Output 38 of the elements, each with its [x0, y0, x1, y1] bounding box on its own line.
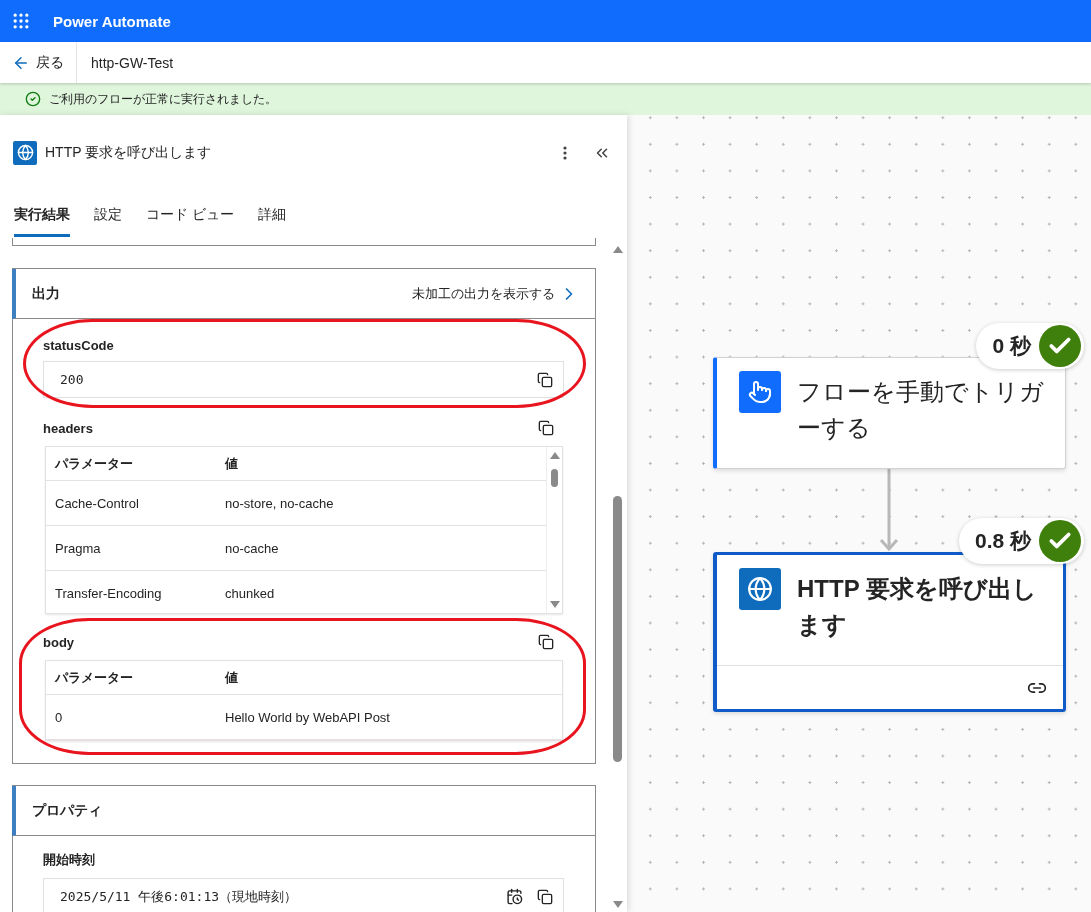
card-title: プロパティ: [32, 801, 103, 820]
field-label: body: [43, 634, 75, 650]
table-cell-text: 0: [55, 709, 64, 725]
table-cell-text: no-cache: [225, 540, 280, 556]
field-value: 200: [60, 372, 85, 387]
tab[interactable]: 実行結果: [14, 198, 70, 237]
table-cell-text: no-store, no-cache: [225, 495, 335, 511]
node-title: HTTP 要求を呼び出します: [797, 574, 1038, 640]
duration-text: 0 秒: [992, 333, 1031, 359]
flow-node[interactable]: フローを手動でトリガーする: [713, 357, 1066, 469]
duration-text: 0.8 秒: [974, 528, 1031, 554]
field-label: statusCode: [43, 337, 114, 353]
card-title: 出力: [32, 284, 61, 303]
table-cell-text: Transfer-Encoding: [55, 585, 163, 601]
tab[interactable]: コード ビュー: [146, 198, 234, 237]
panel-title: HTTP 要求を呼び出します: [45, 143, 213, 162]
flow-name: http-GW-Test: [91, 54, 174, 71]
column-header: 値: [225, 454, 239, 473]
table-cell-text: chunked: [225, 585, 276, 601]
column-header: パラメーター: [55, 668, 134, 687]
column-header: パラメーター: [55, 454, 134, 473]
tab[interactable]: 詳細: [257, 198, 286, 237]
value-field[interactable]: 200: [43, 361, 564, 398]
value-field[interactable]: 2025/5/11 午後6:01:13（現地時刻）: [43, 878, 564, 912]
table-cell-text: Cache-Control: [55, 495, 140, 511]
flow-node[interactable]: HTTP 要求を呼び出します: [713, 552, 1066, 712]
field-label: 開始時刻: [43, 851, 95, 869]
tab[interactable]: 設定: [94, 198, 122, 237]
node-title: フローを手動でトリガーする: [797, 377, 1045, 443]
table-cell-text: Hello World by WebAPI Post: [225, 709, 391, 725]
column-header: 値: [225, 668, 239, 687]
field-label: headers: [43, 420, 93, 436]
back-button[interactable]: 戻る: [0, 42, 77, 83]
banner-message: ご利用のフローが正常に実行されました。: [49, 90, 277, 108]
table-cell-text: Pragma: [55, 540, 102, 556]
app-title: Power Automate: [53, 12, 171, 30]
raw-output-link[interactable]: 未加工の出力を表示する: [412, 283, 579, 304]
field-value: 2025/5/11 午後6:01:13（現地時刻）: [60, 887, 299, 906]
